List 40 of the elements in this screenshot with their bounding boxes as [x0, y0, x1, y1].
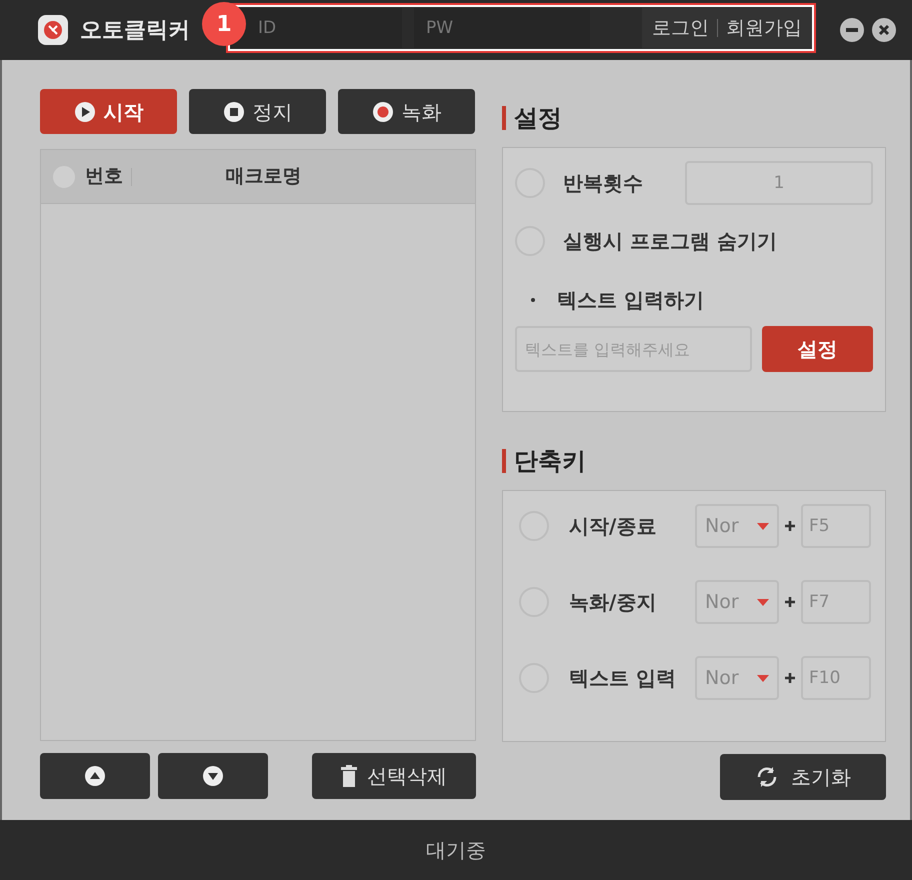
- trash-icon: [341, 765, 357, 787]
- caret-icon: [757, 598, 769, 606]
- hotkey-label: 시작/종료: [569, 513, 658, 540]
- status-text: 대기중: [426, 837, 486, 864]
- play-button[interactable]: 시작: [40, 89, 177, 134]
- close-icon[interactable]: [872, 18, 896, 42]
- option-label: 텍스트 입력하기: [557, 287, 704, 314]
- id-field[interactable]: ID: [230, 8, 402, 48]
- column-header: 번호: [85, 164, 123, 190]
- refresh-icon: [755, 765, 779, 789]
- signup-button[interactable]: 회원가입: [726, 14, 802, 42]
- hotkey-label: 텍스트 입력: [569, 665, 677, 692]
- login-button[interactable]: 로그인: [652, 14, 709, 42]
- record-button[interactable]: 녹화: [338, 89, 475, 134]
- section-title: 설정: [514, 103, 562, 134]
- option-label: 실행시 프로그램 숨기기: [563, 228, 777, 255]
- delete-selected-button[interactable]: 선택삭제: [312, 753, 476, 799]
- play-icon: [74, 100, 96, 122]
- column-header: 매크로명: [224, 164, 302, 190]
- stop-icon: [222, 100, 244, 122]
- app-logo-icon: [38, 15, 68, 45]
- option-label: 반복횟수: [563, 170, 643, 197]
- plus-icon: [785, 673, 795, 683]
- plus-icon: [785, 597, 795, 607]
- reset-button[interactable]: 초기화: [720, 754, 886, 800]
- caret-icon: [757, 522, 769, 530]
- hotkey-label: 녹화/중지: [569, 589, 658, 616]
- section-title: 단축키: [514, 446, 586, 477]
- move-down-button[interactable]: [158, 753, 268, 799]
- annotation-badge: 1: [202, 2, 246, 46]
- stop-button[interactable]: 정지: [189, 89, 326, 134]
- minimize-icon[interactable]: [840, 18, 864, 42]
- caret-icon: [757, 674, 769, 682]
- plus-icon: [785, 521, 795, 531]
- window-title: 오토클릭커: [80, 16, 190, 44]
- bullet-icon: [531, 298, 535, 302]
- move-up-button[interactable]: [40, 753, 150, 799]
- password-field[interactable]: PW: [414, 8, 590, 48]
- record-icon: [372, 100, 394, 122]
- set-button[interactable]: 설정: [762, 326, 873, 372]
